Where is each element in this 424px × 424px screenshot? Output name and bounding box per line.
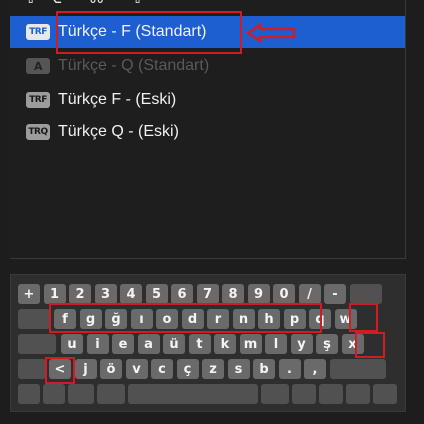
key-delete[interactable] [349, 284, 382, 304]
key-12[interactable]: - [324, 284, 346, 304]
key-k[interactable]: k [214, 334, 236, 354]
key-r4-3[interactable]: v [125, 359, 148, 379]
a-badge-icon: A [26, 58, 50, 74]
key-8[interactable]: 8 [222, 284, 244, 304]
left-arrow-annotation-icon [246, 23, 296, 43]
key-t[interactable]: t [188, 334, 211, 354]
key-r4-10[interactable]: , [304, 359, 326, 379]
key-r4-2[interactable]: ö [100, 359, 122, 379]
cut-off-text: ⇧ ⌥ ⌃ ⌘ ⌃ ⇧ [24, 0, 145, 4]
key-r4-9[interactable]: . [278, 359, 301, 379]
key-0[interactable]: + [18, 284, 40, 304]
key-option-left[interactable] [68, 384, 94, 404]
highlight-box-fghp-row [49, 303, 322, 333]
key-arrow-updown[interactable] [346, 384, 370, 404]
key-y[interactable]: y [290, 334, 313, 354]
highlight-box-selected [56, 11, 242, 54]
key-a[interactable]: a [137, 334, 160, 354]
key-7[interactable]: 7 [196, 284, 219, 304]
key-option-right[interactable] [292, 384, 316, 404]
cut-off-row: ⇧ ⌥ ⌃ ⌘ ⌃ ⇧ [24, 0, 204, 4]
key-r4-5[interactable]: ç [176, 359, 199, 379]
key-command-right[interactable] [261, 384, 289, 404]
key-r4-6[interactable]: z [202, 359, 224, 379]
input-source-label: Türkçe Q - (Eski) [58, 123, 179, 140]
trq-badge-icon: TRQ [26, 124, 50, 140]
key-3[interactable]: 3 [94, 284, 117, 304]
key-i[interactable]: i [86, 334, 109, 354]
trf-badge-icon: TRF [26, 92, 50, 108]
key-space[interactable] [128, 384, 258, 404]
key-m[interactable]: m [239, 334, 262, 354]
key-arrow-right[interactable] [373, 384, 397, 404]
key-r4-7[interactable]: s [227, 359, 250, 379]
key-r4-4[interactable]: c [151, 359, 173, 379]
key-control[interactable] [43, 384, 65, 404]
key-fn[interactable] [18, 384, 40, 404]
key-9[interactable]: 9 [247, 284, 270, 304]
highlight-box-lt-key [45, 357, 75, 384]
key-tab[interactable] [18, 309, 50, 329]
key-e[interactable]: e [112, 334, 134, 354]
key-ş[interactable]: ş [316, 334, 338, 354]
highlight-box-x-key [355, 332, 385, 358]
trf-badge-icon: TRF [26, 24, 50, 40]
input-source-turkce-f-eski[interactable]: TRF Türkçe F - (Eski) [10, 84, 405, 116]
key-l[interactable]: l [265, 334, 287, 354]
key-shift-right[interactable] [329, 359, 386, 379]
key-r4-8[interactable]: b [253, 359, 275, 379]
highlight-box-w-key [349, 303, 378, 332]
key-command-left[interactable] [97, 384, 125, 404]
input-source-turkce-q-eski[interactable]: TRQ Türkçe Q - (Eski) [10, 116, 405, 148]
key-5[interactable]: 5 [145, 284, 168, 304]
key-10[interactable]: 0 [273, 284, 295, 304]
key-caps-lock[interactable] [18, 334, 56, 354]
input-source-label: Türkçe F - (Eski) [58, 91, 177, 108]
key-r4-1[interactable]: j [74, 359, 97, 379]
key-4[interactable]: 4 [120, 284, 142, 304]
input-source-label: Türkçe - Q (Standart) [58, 57, 210, 74]
key-u[interactable]: u [61, 334, 83, 354]
input-source-turkce-q-standart[interactable]: A Türkçe - Q (Standart) [10, 50, 405, 82]
key-1[interactable]: 1 [43, 284, 66, 304]
key-ü[interactable]: ü [163, 334, 185, 354]
key-arrow-left[interactable] [319, 384, 343, 404]
key-6[interactable]: 6 [171, 284, 193, 304]
key-2[interactable]: 2 [69, 284, 91, 304]
key-shift-left[interactable] [18, 359, 46, 379]
key-11[interactable]: / [298, 284, 321, 304]
